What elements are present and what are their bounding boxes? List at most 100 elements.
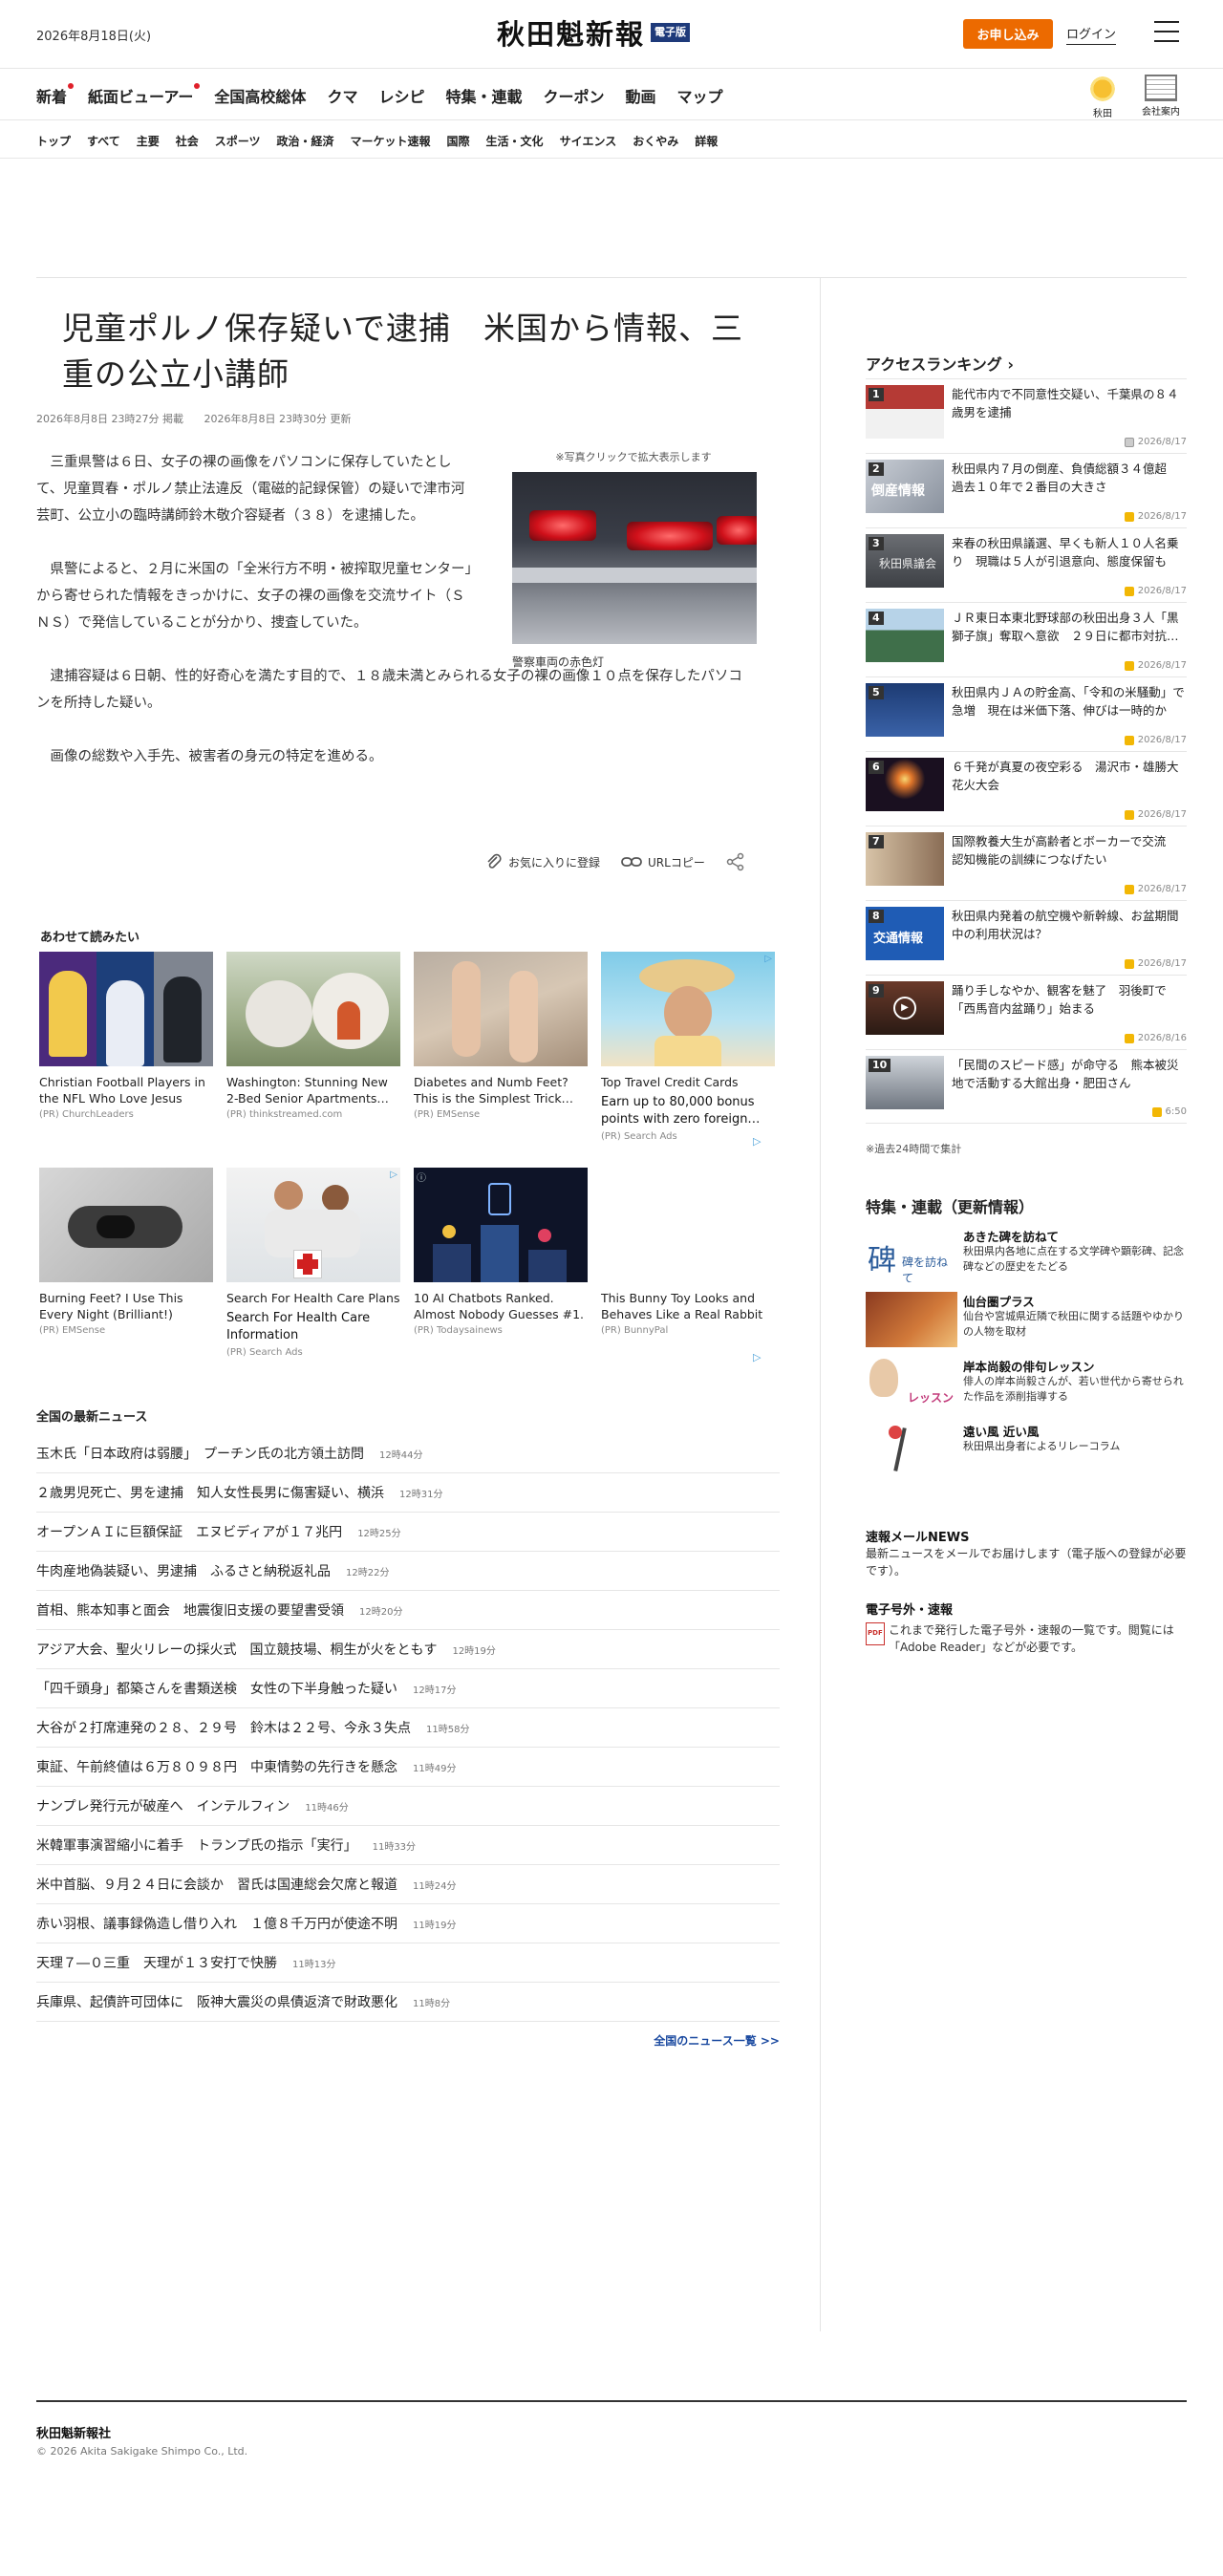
news-item[interactable]: 首相、熊本知事と面会 地震復旧支援の要望書受領 12時20分: [36, 1591, 780, 1630]
news-item[interactable]: アジア大会、聖火リレーの採火式 国立競技場、桐生が火をともす 12時19分: [36, 1630, 780, 1669]
ranking-item[interactable]: 6 ６千発が真夏の夜空彩る 湯沢市・雄勝大花火大会 2026/8/17: [866, 751, 1187, 826]
mail-news-link[interactable]: 速報メールNEWS 最新ニュースをメールでお届けします（電子版への登録が必要です…: [866, 1527, 1187, 1579]
subnav-item-obituary[interactable]: おくやみ: [633, 133, 678, 149]
recommend-section: あわせて読みたい ▷ ▷ Christian Football Players …: [36, 927, 801, 1363]
nav-item-features[interactable]: 特集・連載: [445, 84, 522, 107]
recommend-card[interactable]: ▷ Top Travel Credit Cards Earn up to 80,…: [601, 952, 775, 1142]
feature-thumbnail: [866, 1422, 957, 1477]
login-link[interactable]: ログイン: [1066, 24, 1117, 45]
ad-info-icon[interactable]: ⓘ: [417, 1170, 426, 1184]
ranking-title: ６千発が真夏の夜空彩る 湯沢市・雄勝大花火大会: [952, 760, 1179, 792]
building-icon: [1145, 75, 1177, 101]
news-item[interactable]: オープンＡＩに巨額保証 エヌビディアが１７兆円 12時25分: [36, 1513, 780, 1552]
lock-icon: [1124, 735, 1134, 745]
url-copy-button[interactable]: URLコピー: [621, 854, 705, 870]
ranking-item[interactable]: 4 ＪＲ東日本東北野球部の秋田出身３人「黒獅子旗」奪取へ意欲 ２９日に都市対抗……: [866, 602, 1187, 676]
recommend-card[interactable]: Diabetes and Numb Feet? This is the Simp…: [414, 952, 588, 1120]
extra-edition-link[interactable]: 電子号外・速報 PDF これまで発行した電子号外・速報の一覧です。閲覧には「Ad…: [866, 1599, 1187, 1656]
news-item[interactable]: 天理７―０三重 天理が１３安打で快勝 11時13分: [36, 1943, 780, 1983]
ranking-item[interactable]: 9 ▶ 踊り手しなやか、観客を魅了 羽後町で「西馬音内盆踊り」始まる 2026/8…: [866, 975, 1187, 1049]
mail-news-desc: 最新ニュースをメールでお届けします（電子版への登録が必要です）。: [866, 1547, 1187, 1578]
subnav-item-science[interactable]: サイエンス: [560, 133, 617, 149]
photo-image[interactable]: [512, 472, 757, 644]
ranking-title: 秋田県内７月の倒産、負債総額３４億超 過去１０年で２番目の大きさ: [952, 462, 1179, 494]
feature-title: あきた碑を訪ねて: [963, 1230, 1060, 1244]
ranking-list: 1 能代市内で不同意性交疑い、千葉県の８４歳男を逮捕 2026/8/17 2 倒産…: [866, 378, 1187, 1124]
ranking-item[interactable]: 5 秋田県内ＪＡの貯金高、「令和の米騒動」で急増 現在は米価下落、伸びは一時的か…: [866, 676, 1187, 751]
feature-item[interactable]: 仙台圏プラス 仙台や宮城県近隣で秋田に関する話題やゆかりの人物を取材: [866, 1292, 1187, 1351]
extra-edition-title: 電子号外・速報: [866, 1603, 954, 1618]
chevron-right-icon: ›: [1007, 355, 1014, 374]
column-divider: [820, 277, 821, 2331]
recommend-card[interactable]: ⓘ 10 AI Chatbots Ranked. Almost Nobody G…: [414, 1168, 588, 1336]
ranking-item[interactable]: 8 交通情報 秋田県内発着の航空機や新幹線、お盆期間中の利用状況は？ 2026/8…: [866, 900, 1187, 975]
ad-choices-icon[interactable]: ▷: [764, 954, 772, 964]
recommend-card[interactable]: Burning Feet? I Use This Every Night (Br…: [39, 1168, 213, 1336]
news-item[interactable]: 牛肉産地偽装疑い、男逮捕 ふるさと納税返礼品 12時22分: [36, 1552, 780, 1591]
all-news-link[interactable]: 全国のニュース一覧 >>: [654, 2032, 780, 2049]
hamburger-menu-icon[interactable]: [1154, 21, 1179, 42]
recommend-card[interactable]: ▷ Search For Health Care Plans Search Fo…: [226, 1168, 400, 1358]
ranking-title-link[interactable]: アクセスランキング ›: [866, 352, 1014, 375]
weather-widget[interactable]: 秋田: [1084, 75, 1122, 119]
header-date: 2026年8月18日(火): [36, 30, 152, 44]
nav-item-new[interactable]: 新着: [36, 83, 75, 107]
ranking-item[interactable]: 3 秋田県議会 来春の秋田県議選、早くも新人１０人名乗り 現職は５人が引退意向、態…: [866, 527, 1187, 602]
ad-choices-icon[interactable]: ▷: [390, 1170, 397, 1180]
nav-item-map[interactable]: マップ: [677, 84, 723, 107]
subnav-item-politics[interactable]: 政治・経済: [277, 133, 334, 149]
subnav-item-life[interactable]: 生活・文化: [486, 133, 544, 149]
news-item[interactable]: 米韓軍事演習縮小に着手 トランプ氏の指示「実行」 11時33分: [36, 1826, 780, 1865]
news-item[interactable]: 東証、午前終値は６万８０９８円 中東情勢の先行きを懸念 11時49分: [36, 1748, 780, 1787]
subnav-item-market[interactable]: マーケット速報: [351, 133, 431, 149]
nav-item-coupon[interactable]: クーポン: [543, 84, 604, 107]
news-item[interactable]: 兵庫県、起債許可団体に 阪神大震災の県債返済で財政悪化 11時8分: [36, 1983, 780, 2022]
company-info-link[interactable]: 会社案内: [1137, 75, 1185, 118]
play-icon[interactable]: ▶: [893, 997, 916, 1020]
news-item[interactable]: ナンプレ発行元が破産へ インテルフィン 11時46分: [36, 1787, 780, 1826]
news-time: 12時44分: [379, 1449, 423, 1461]
news-time: 11時49分: [413, 1763, 457, 1774]
news-item[interactable]: 「四千頭身」都築さんを書類送検 女性の下半身触った疑い 12時17分: [36, 1669, 780, 1708]
article-paragraph: 県警によると、２月に米国の「全米行方不明・被搾取児童センター」から寄せられた情報…: [36, 562, 472, 631]
subnav-item-main[interactable]: 主要: [137, 133, 160, 149]
news-item[interactable]: 赤い羽根、議事録偽造し借り入れ １億８千万円が使途不明 11時19分: [36, 1904, 780, 1943]
news-item[interactable]: ２歳男児死亡、男を逮捕 知人女性長男に傷害疑い、横浜 12時31分: [36, 1473, 780, 1513]
nav-item-interhigh[interactable]: 全国高校総体: [214, 84, 306, 107]
ranking-item[interactable]: 10 「民間のスピード感」が命守る 熊本被災地で活動する大館出身・肥田さん 6:…: [866, 1049, 1187, 1124]
recommend-card[interactable]: Washington: Stunning New 2-Bed Senior Ap…: [226, 952, 400, 1120]
subnav-item-society[interactable]: 社会: [176, 133, 199, 149]
favorite-button[interactable]: お気に入りに登録: [485, 853, 600, 870]
nav-item-video[interactable]: 動画: [626, 84, 656, 107]
news-item[interactable]: 大谷が２打席連発の２８、２９号 鈴木は２２号、今永３失点 11時58分: [36, 1708, 780, 1748]
card-title: Burning Feet? I Use This Every Night (Br…: [39, 1291, 183, 1321]
news-time: 12時22分: [346, 1567, 390, 1578]
site-logo[interactable]: 秋田魁新報 電子版: [497, 13, 691, 52]
card-source: (PR) ChurchLeaders: [39, 1109, 134, 1120]
ranking-thumbnail: 9 ▶: [866, 981, 944, 1035]
feature-item[interactable]: 碑碑を訪ねて あきた碑を訪ねて 秋田県内各地に点在する文学碑や顕彰碑、記念碑など…: [866, 1227, 1187, 1286]
feature-desc: 俳人の岸本尚毅さんが、若い世代から寄せられた作品を添削指導する: [963, 1375, 1184, 1403]
feature-item[interactable]: レッスン 岸本尚毅の俳句レッスン 俳人の岸本尚毅さんが、若い世代から寄せられた作…: [866, 1357, 1187, 1416]
nav-item-viewer[interactable]: 紙面ビューアー: [88, 83, 201, 107]
share-button[interactable]: [726, 852, 745, 871]
ranking-item[interactable]: 2 倒産情報 秋田県内７月の倒産、負債総額３４億超 過去１０年で２番目の大きさ 2…: [866, 453, 1187, 527]
nav-item-bear[interactable]: クマ: [327, 84, 357, 107]
apply-button[interactable]: お申し込み: [963, 19, 1053, 49]
recommend-card[interactable]: Christian Football Players in the NFL Wh…: [39, 952, 213, 1120]
feature-title: 仙台圏プラス: [963, 1295, 1035, 1309]
subnav-item-all[interactable]: すべて: [87, 133, 120, 149]
ad-choices-icon[interactable]: ▷: [753, 1351, 761, 1363]
ranking-item[interactable]: 1 能代市内で不同意性交疑い、千葉県の８４歳男を逮捕 2026/8/17: [866, 378, 1187, 453]
news-item[interactable]: 玉木氏「日本政府は弱腰」 プーチン氏の北方領土訪問 12時44分: [36, 1434, 780, 1473]
nav-item-recipe[interactable]: レシピ: [378, 84, 424, 107]
subnav-item-sports[interactable]: スポーツ: [215, 133, 261, 149]
subnav-item-world[interactable]: 国際: [447, 133, 470, 149]
subnav-item-top[interactable]: トップ: [36, 133, 71, 149]
recommend-card[interactable]: This Bunny Toy Looks and Behaves Like a …: [601, 1168, 775, 1336]
feature-item[interactable]: 遠い風 近い風 秋田県出身者によるリレーコラム: [866, 1422, 1187, 1481]
ranking-item[interactable]: 7 国際教養大生が高齢者とボーカーで交流 認知機能の訓練につなげたい 2026/…: [866, 826, 1187, 900]
news-item[interactable]: 米中首脳、９月２４日に会談か 習氏は国連総会欠席と報道 11時24分: [36, 1865, 780, 1904]
subnav-item-detail[interactable]: 詳報: [695, 133, 718, 149]
card-thumbnail: [39, 952, 213, 1066]
